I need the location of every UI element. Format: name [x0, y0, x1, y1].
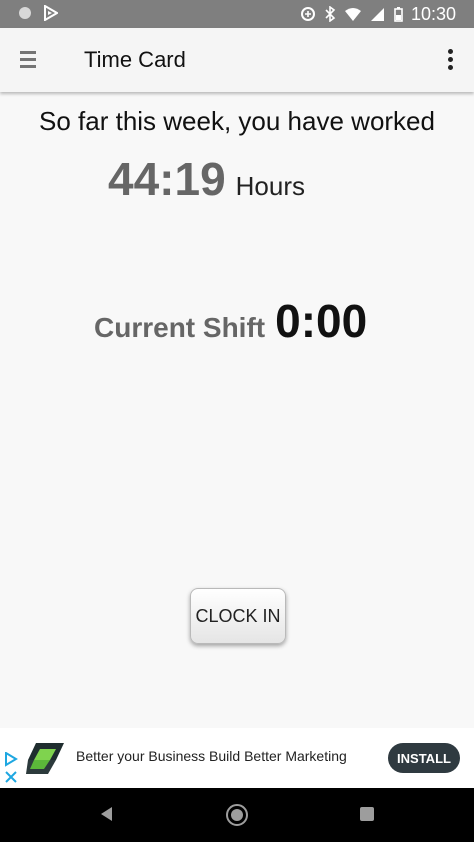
status-time: 10:30 [410, 4, 456, 24]
current-shift: Current Shift 0:00 [94, 294, 367, 348]
menu-icon[interactable] [20, 51, 38, 69]
data-saver-icon [300, 7, 315, 21]
wifi-icon [344, 7, 361, 21]
status-bar: 10:30 [0, 0, 474, 28]
recent-apps-icon[interactable] [360, 807, 374, 821]
weekly-hours: 44:19 Hours [108, 152, 305, 206]
bluetooth-icon [325, 6, 336, 22]
app-title: Time Card [84, 47, 186, 72]
signal-icon [370, 7, 384, 21]
battery-icon [394, 7, 403, 22]
home-icon[interactable] [226, 804, 248, 826]
current-shift-value: 0:00 [275, 295, 368, 347]
ad-choices-icon[interactable] [4, 752, 18, 784]
ad-text[interactable]: Better your Business Build Better Market… [76, 748, 347, 764]
status-right-icons: 10:30 [300, 4, 456, 24]
weekly-hours-intro: So far this week, you have worked [39, 106, 435, 136]
more-vert-icon[interactable] [448, 49, 454, 71]
weekly-hours-value: 44:19 [108, 153, 226, 205]
clock-in-button[interactable]: CLOCK IN [190, 588, 286, 644]
status-left-icons [18, 5, 58, 21]
install-button[interactable]: INSTALL [388, 743, 460, 773]
weekly-hours-unit: Hours [235, 171, 306, 201]
app-bar: Time Card [0, 28, 474, 92]
ad-logo-icon [26, 743, 64, 774]
back-icon[interactable] [98, 805, 114, 823]
current-shift-label: Current Shift [94, 312, 266, 343]
navigation-bar [0, 788, 474, 842]
ad-banner[interactable]: Better your Business Build Better Market… [0, 728, 474, 788]
circle-icon [19, 7, 31, 19]
play-store-icon [44, 5, 58, 21]
